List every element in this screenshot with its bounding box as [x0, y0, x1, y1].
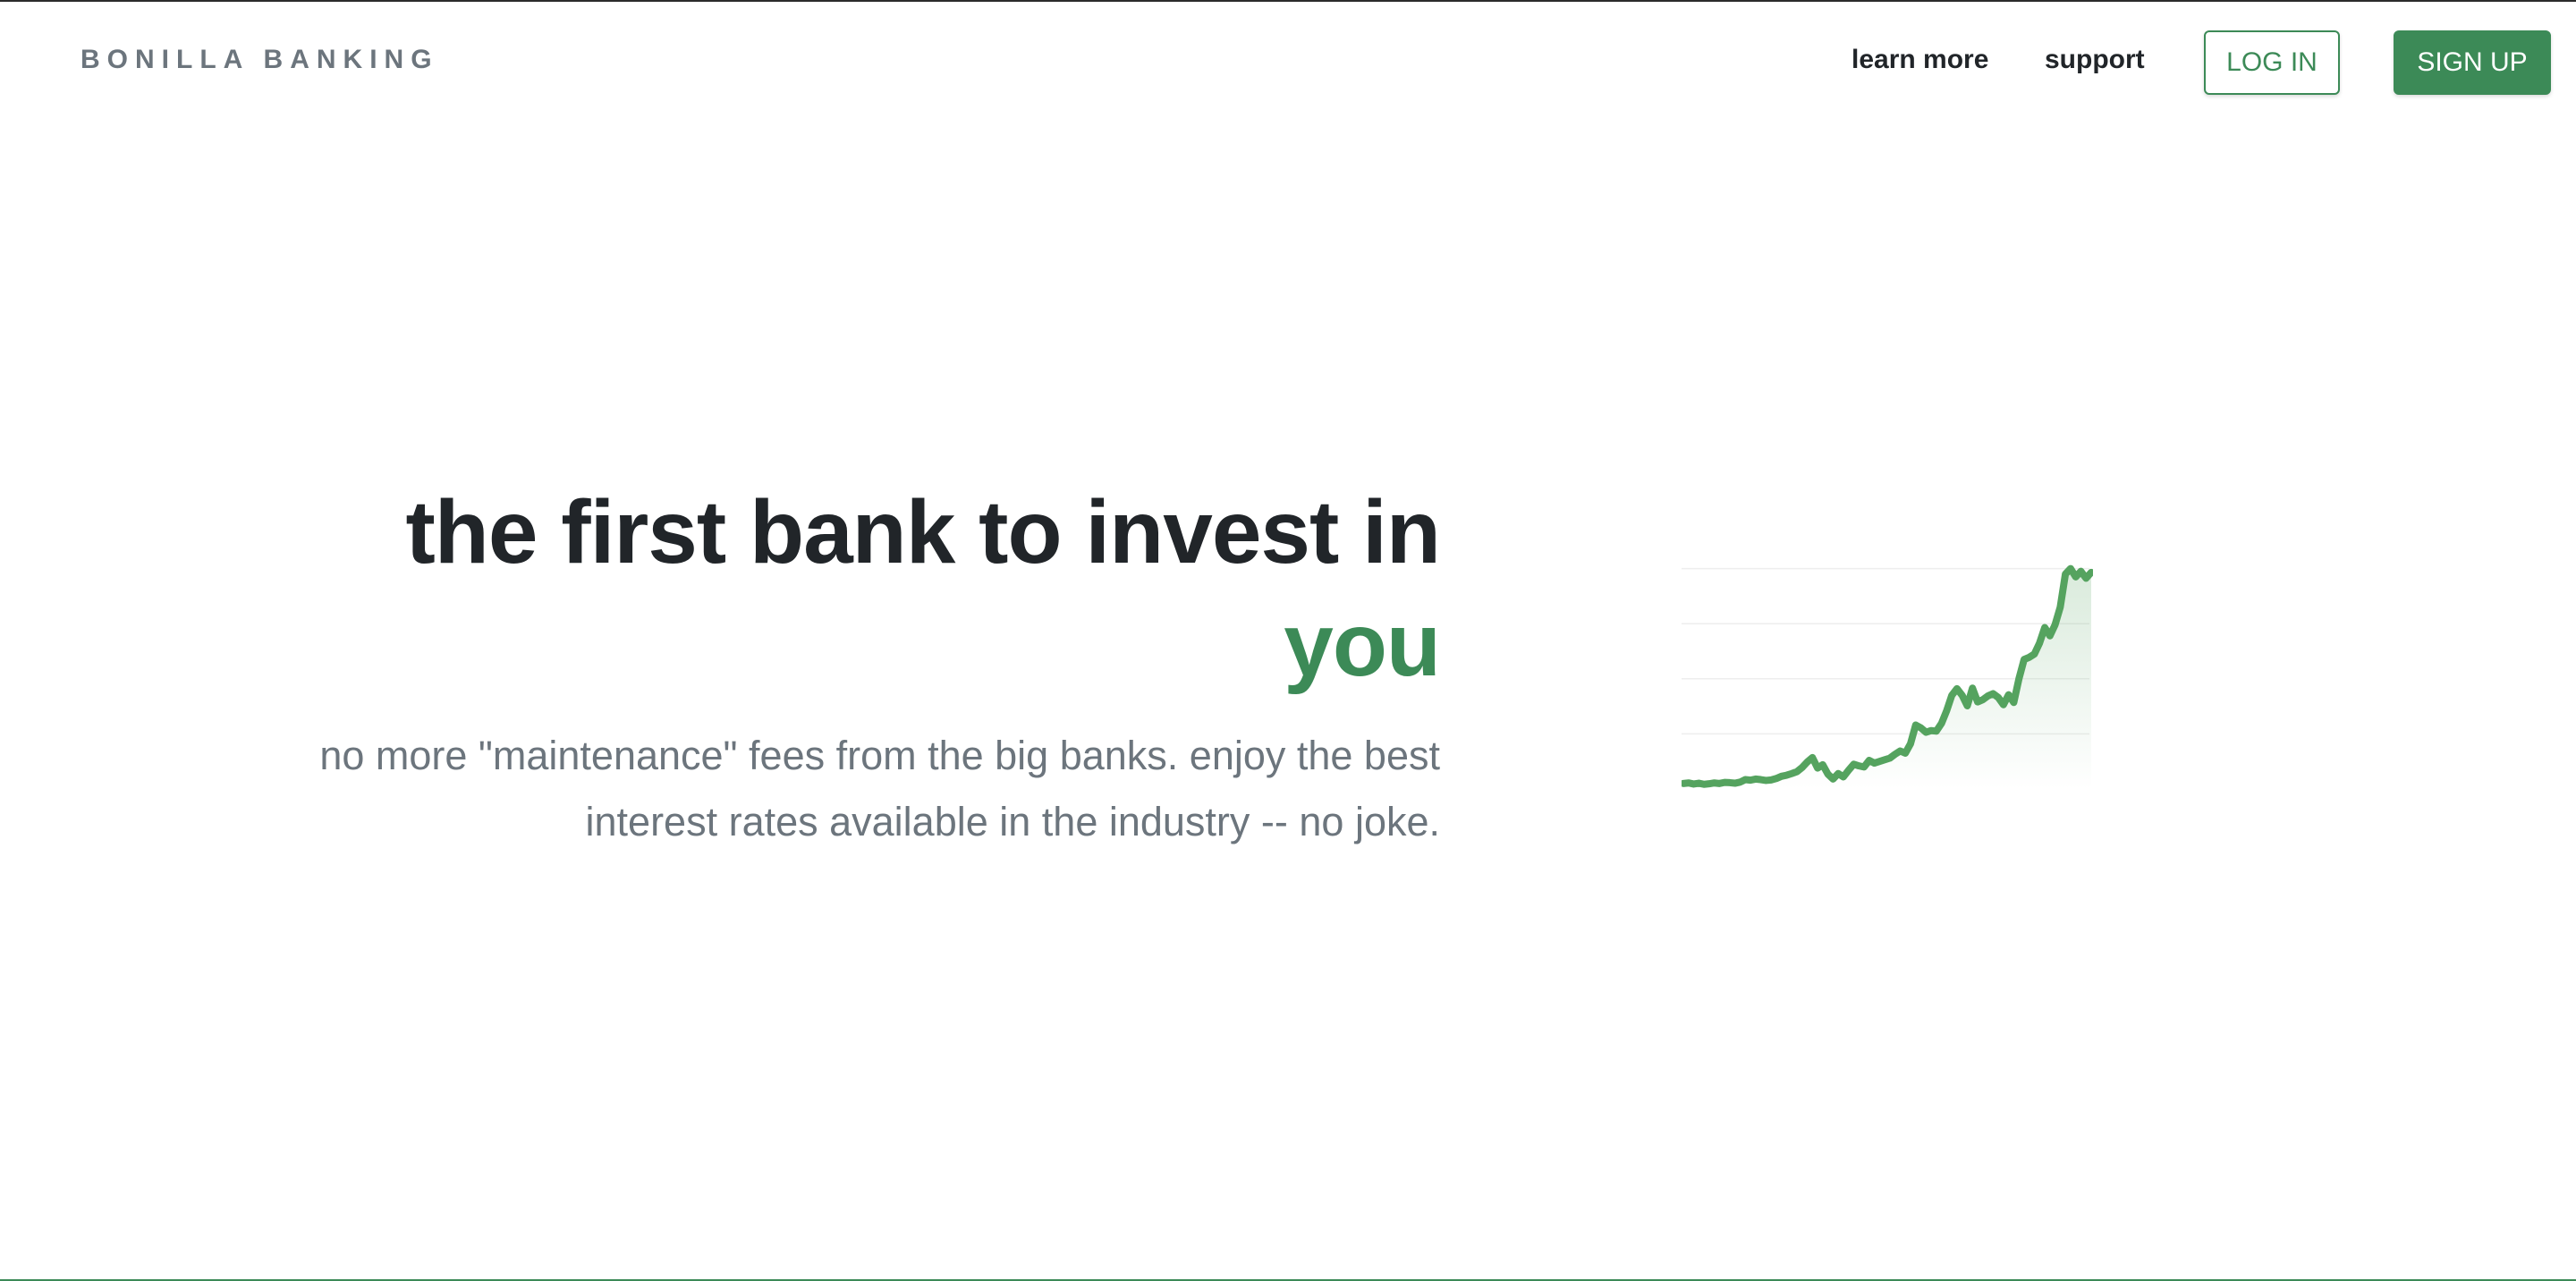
growth-chart-svg — [1682, 564, 2093, 789]
nav-link-learn-more[interactable]: learn more — [1852, 45, 1988, 75]
login-button[interactable]: LOG IN — [2204, 30, 2340, 95]
nav-link-support[interactable]: support — [2045, 45, 2145, 75]
hero-headline-text: the first bank to invest in — [405, 482, 1441, 582]
signup-button[interactable]: SIGN UP — [2394, 30, 2551, 95]
brand-logo-text[interactable]: BONILLA BANKING — [80, 45, 439, 75]
navbar: BONILLA BANKING learn more support LOG I… — [0, 2, 2576, 122]
hero-section: the first bank to invest in you no more … — [268, 476, 1442, 855]
growth-chart — [1682, 503, 2093, 825]
hero-headline-accent: you — [1284, 595, 1441, 695]
hero-headline: the first bank to invest in you — [268, 476, 1442, 701]
hero-subtext: no more "maintenance" fees from the big … — [319, 733, 1440, 844]
